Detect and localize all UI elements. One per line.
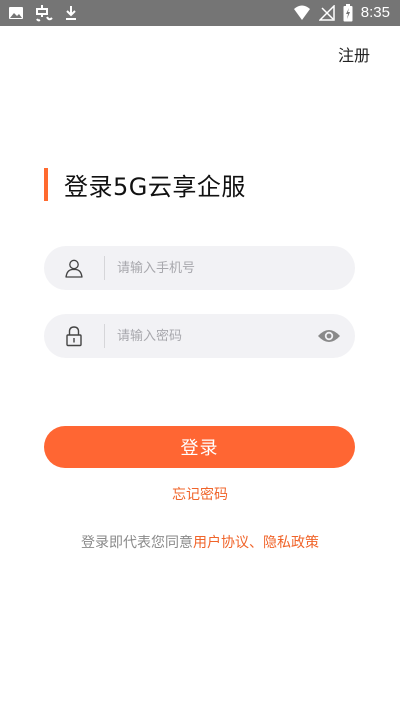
battery-charging-icon <box>343 4 353 22</box>
page-title-text: 登录5G云享企服 <box>64 173 246 201</box>
status-bar-right: 8:35 <box>293 3 390 23</box>
user-agreement-link[interactable]: 用户协议 <box>193 535 249 551</box>
no-signal-icon <box>317 4 335 21</box>
status-bar: 8:35 <box>0 0 400 26</box>
title-accent-bar <box>44 168 48 201</box>
user-icon <box>44 246 104 290</box>
forgot-password-label[interactable]: 忘记密码 <box>172 487 228 503</box>
download-icon <box>64 5 78 21</box>
image-icon <box>8 6 24 20</box>
page-title: 登录5G云享企服 <box>44 168 246 201</box>
phone-field[interactable] <box>44 246 355 290</box>
status-time: 8:35 <box>360 4 390 21</box>
eye-icon[interactable] <box>307 314 351 358</box>
notification-app-icon <box>34 4 54 22</box>
forgot-password-link: 忘记密码 <box>0 484 400 504</box>
agreement-separator: 、 <box>249 535 263 551</box>
register-link[interactable]: 注册 <box>338 42 370 66</box>
privacy-policy-link[interactable]: 隐私政策 <box>263 535 319 551</box>
agreement-text: 登录即代表您同意用户协议、隐私政策 <box>0 532 400 552</box>
status-bar-left <box>8 4 78 22</box>
password-field[interactable] <box>44 314 355 358</box>
login-button[interactable]: 登录 <box>44 426 355 468</box>
phone-input[interactable] <box>105 247 355 289</box>
wifi-icon <box>293 5 311 21</box>
lock-icon <box>44 314 104 358</box>
agreement-prefix: 登录即代表您同意 <box>81 535 193 551</box>
password-input[interactable] <box>105 315 307 357</box>
